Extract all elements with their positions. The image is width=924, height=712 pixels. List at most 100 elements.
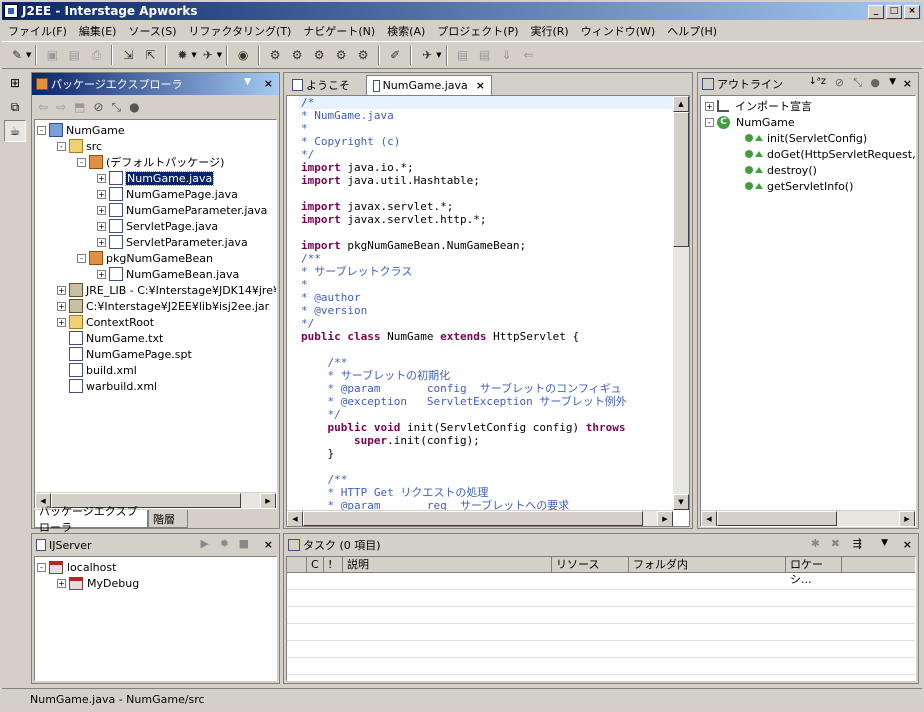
close-view-icon[interactable]: × (264, 538, 273, 551)
tree-item[interactable]: - src (57, 138, 102, 154)
expand-toggle-icon[interactable]: + (97, 221, 106, 231)
close-view-icon[interactable]: × (903, 77, 912, 90)
tab-numgame-java[interactable]: NumGame.java × (366, 75, 492, 95)
search-icon[interactable]: ✐ (385, 45, 405, 65)
hide-fields-icon[interactable]: ⊘ (835, 76, 844, 89)
outline-item[interactable]: doGet(HttpServletRequest, (745, 146, 915, 162)
resource-perspective-icon[interactable]: ⧉ (4, 96, 26, 118)
menu-refactor[interactable]: リファクタリング(T) (182, 23, 297, 39)
vertical-scrollbar[interactable]: ▲ ▼ (673, 96, 689, 510)
tree-item[interactable]: NumGamePage.spt (57, 346, 192, 362)
forward-arrow-icon[interactable]: ⇨ (56, 100, 66, 114)
menu-window[interactable]: ウィンドウ(W) (575, 23, 661, 39)
scroll-right-icon[interactable]: ▶ (657, 511, 673, 526)
expand-toggle-icon[interactable]: - (37, 125, 46, 135)
column-header-folder[interactable]: フォルダ内 (629, 557, 786, 573)
tree-item[interactable]: + JRE_LIB - C:¥Interstage¥JDK14¥jre¥ (57, 282, 276, 298)
filter-icon[interactable]: ⇶ (853, 537, 862, 550)
new-servlet-icon[interactable]: ⚙ (353, 45, 373, 65)
task-row[interactable] (287, 659, 915, 675)
menu-navigate[interactable]: ナビゲート(N) (297, 23, 381, 39)
start-server-icon[interactable]: ▶ (201, 537, 209, 550)
back-arrow-icon[interactable]: ⇦ (38, 100, 48, 114)
column-header-resource[interactable]: リソース (552, 557, 629, 573)
tree-item[interactable]: + ServletParameter.java (97, 234, 248, 250)
column-header-completed[interactable]: C (307, 557, 324, 573)
expand-toggle-icon[interactable]: - (77, 157, 86, 167)
add-task-icon[interactable]: ✱ (811, 537, 820, 550)
menu-help[interactable]: ヘルプ(H) (661, 23, 723, 39)
expand-toggle-icon[interactable]: + (97, 237, 106, 247)
tab-hierarchy[interactable]: 階層 (148, 510, 188, 528)
new-java-project-icon[interactable]: ⚙ (265, 45, 285, 65)
column-header-priority[interactable]: ! (324, 557, 343, 573)
scroll-up-icon[interactable]: ▲ (673, 96, 689, 112)
expand-toggle-icon[interactable]: - (37, 562, 46, 572)
up-icon[interactable]: ⬒ (74, 100, 85, 114)
open-perspective-icon[interactable]: ⊞ (4, 72, 26, 94)
hide-nonpublic-icon[interactable]: ● (870, 76, 880, 89)
view-menu-icon[interactable]: ▼ (881, 538, 888, 548)
expand-toggle-icon[interactable]: - (705, 117, 714, 127)
tree-item[interactable]: - (デフォルトパッケージ) (77, 154, 224, 170)
view-menu-icon[interactable]: ▼ (889, 77, 896, 87)
hide-static-icon[interactable]: ⤡ (853, 76, 862, 90)
outline-item[interactable]: init(ServletConfig) (745, 130, 867, 146)
horizontal-scrollbar[interactable]: ◀ ▶ (287, 510, 673, 526)
code-editor[interactable]: /* * NumGame.java * * Copyright (c) */import… (286, 95, 690, 527)
tab-package-explorer[interactable]: パッケージエクスプローラ (34, 505, 148, 534)
tree-item[interactable]: + C:¥Interstage¥J2EE¥lib¥isj2ee.jar (57, 298, 269, 314)
task-row[interactable] (287, 574, 915, 590)
expand-toggle-icon[interactable]: + (57, 285, 66, 295)
menu-run[interactable]: 実行(R) (525, 23, 575, 39)
menu-search[interactable]: 検索(A) (381, 23, 431, 39)
server-item[interactable]: - localhost (37, 559, 116, 575)
tree-item[interactable]: - NumGame (37, 122, 125, 138)
menu-project[interactable]: プロジェクト(P) (431, 23, 524, 39)
expand-toggle-icon[interactable]: + (57, 301, 66, 311)
scroll-thumb[interactable] (717, 511, 837, 526)
hide-static-icon[interactable]: ⤡ (112, 100, 122, 115)
expand-toggle-icon[interactable]: + (97, 189, 106, 199)
server-item[interactable]: + MyDebug (57, 575, 139, 591)
scroll-thumb[interactable] (673, 112, 689, 247)
scroll-left-icon[interactable]: ◀ (701, 511, 717, 526)
outline-item[interactable]: destroy() (745, 162, 817, 178)
view-menu-icon[interactable]: ▼ (244, 77, 251, 87)
debug-server-icon[interactable]: ✹ (220, 537, 229, 550)
outline-item[interactable]: - C NumGame (705, 114, 795, 130)
pin-icon[interactable]: ⇓ (497, 45, 517, 65)
expand-toggle-icon[interactable]: + (57, 317, 66, 327)
tree-item[interactable]: NumGame.txt (57, 330, 163, 346)
new-class-icon[interactable]: ⚙ (309, 45, 329, 65)
open-perspective-icon[interactable]: ◉ (233, 45, 253, 65)
delete-task-icon[interactable]: ✖ (831, 537, 840, 550)
expand-toggle-icon[interactable]: + (705, 101, 714, 111)
outline-item[interactable]: getServletInfo() (745, 178, 853, 194)
previous-annotation-icon[interactable]: ▤ (475, 45, 495, 65)
task-row[interactable] (287, 642, 915, 658)
tree-item[interactable]: + ContextRoot (57, 314, 154, 330)
close-view-icon[interactable]: × (903, 538, 912, 551)
build-icon[interactable]: ⇲ (118, 45, 138, 65)
new-interface-icon[interactable]: ⚙ (331, 45, 351, 65)
task-row[interactable] (287, 625, 915, 641)
scroll-down-icon[interactable]: ▼ (673, 494, 689, 510)
close-tab-icon[interactable]: × (476, 79, 485, 92)
run-icon[interactable]: ✈ (198, 45, 218, 65)
new-wizard-icon[interactable]: ✎ (7, 45, 27, 65)
hide-nonpublic-icon[interactable]: ● (129, 100, 139, 114)
run-server-icon[interactable]: ✈ (417, 45, 437, 65)
j2ee-perspective-icon[interactable]: ☕ (4, 120, 26, 142)
scroll-right-icon[interactable]: ▶ (899, 511, 915, 526)
save-icon[interactable]: ▣ (42, 45, 62, 65)
expand-toggle-icon[interactable]: - (77, 253, 86, 263)
close-view-icon[interactable]: × (264, 77, 273, 90)
print-icon[interactable]: ⎙ (86, 45, 106, 65)
tree-item[interactable]: build.xml (57, 362, 137, 378)
expand-toggle-icon[interactable]: - (57, 141, 66, 151)
scroll-right-icon[interactable]: ▶ (260, 493, 276, 508)
column-header-blank[interactable] (287, 557, 307, 573)
filter-icon[interactable]: ⊘ (93, 100, 103, 114)
scroll-thumb[interactable] (303, 511, 643, 526)
